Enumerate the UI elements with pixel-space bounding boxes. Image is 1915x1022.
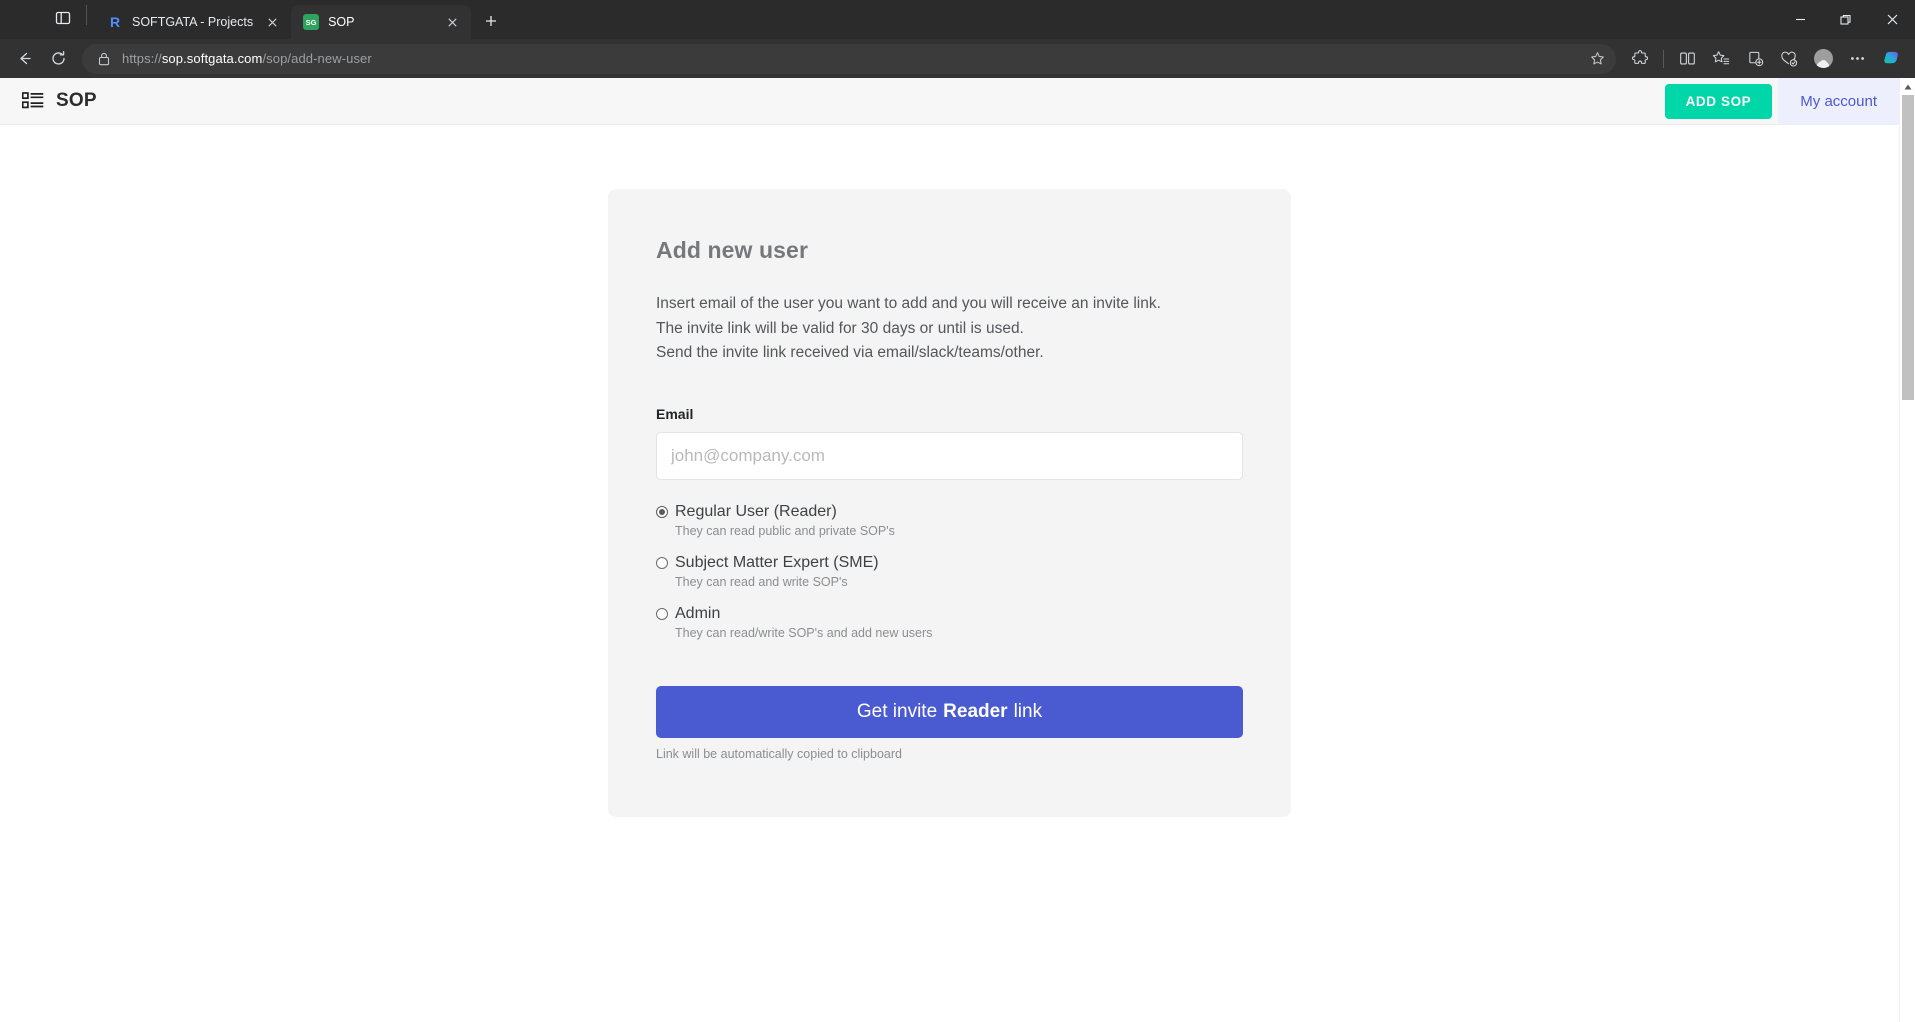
radio-option-sme[interactable]: Subject Matter Expert (SME): [656, 554, 1243, 572]
tab-softgata-projects[interactable]: R SOFTGATA - Projects: [95, 5, 291, 39]
tab-close-icon[interactable]: [442, 12, 462, 32]
url-path: /sop/add-new-user: [262, 51, 371, 66]
get-invite-link-button[interactable]: Get inviteReaderlink: [656, 686, 1243, 738]
tab-sop[interactable]: SG SOP: [291, 5, 471, 39]
card-title: Add new user: [656, 237, 1243, 264]
browser-essentials-icon[interactable]: [1773, 44, 1805, 74]
description-line-2: The invite link will be valid for 30 day…: [656, 317, 1243, 342]
radio-admin-description: They can read/write SOP's and add new us…: [675, 626, 1243, 640]
radio-sme-indicator[interactable]: [656, 557, 668, 569]
avatar-head: [1820, 60, 1827, 67]
page-content: Add new user Insert email of the user yo…: [0, 125, 1899, 817]
avatar-body: [1817, 61, 1830, 68]
collections-icon[interactable]: [1739, 44, 1771, 74]
page-viewport: SOP ADD SOP My account Add new user Inse…: [0, 78, 1915, 1022]
browser-toolbar: https://sop.softgata.com/sop/add-new-use…: [0, 39, 1915, 78]
split-screen-icon[interactable]: [1671, 44, 1703, 74]
submit-suffix: link: [1011, 701, 1046, 723]
sidebar-toggle-icon[interactable]: [48, 3, 78, 33]
copilot-puzzle-icon[interactable]: [1624, 44, 1656, 74]
new-tab-button[interactable]: [477, 7, 505, 35]
brand[interactable]: SOP: [22, 90, 97, 112]
toolbar-right-icons: [1624, 44, 1907, 74]
browser-window: R SOFTGATA - Projects SG SOP: [0, 0, 1915, 1022]
tab-close-icon[interactable]: [262, 12, 282, 32]
profile-avatar[interactable]: [1807, 44, 1839, 74]
reload-icon[interactable]: [42, 44, 74, 74]
my-account-button[interactable]: My account: [1778, 78, 1899, 125]
radio-reader-label: Regular User (Reader): [675, 503, 837, 521]
description-line-1: Insert email of the user you want to add…: [656, 292, 1243, 317]
minimize-button[interactable]: [1777, 4, 1823, 36]
card-description: Insert email of the user you want to add…: [656, 292, 1243, 366]
email-input[interactable]: [656, 432, 1243, 480]
address-bar[interactable]: https://sop.softgata.com/sop/add-new-use…: [82, 44, 1616, 74]
radio-sme-description: They can read and write SOP's: [675, 575, 1243, 589]
submit-hint: Link will be automatically copied to cli…: [656, 747, 1243, 761]
role-radio-group: Regular User (Reader) They can read publ…: [656, 503, 1243, 640]
settings-more-icon[interactable]: [1841, 44, 1873, 74]
url-domain: sop.softgata.com: [162, 51, 263, 66]
radio-option-admin[interactable]: Admin: [656, 605, 1243, 623]
softgata-favicon-icon: R: [107, 14, 123, 30]
submit-prefix: Get invite: [854, 701, 940, 723]
radio-sme-label: Subject Matter Expert (SME): [675, 554, 879, 572]
add-sop-button[interactable]: ADD SOP: [1665, 84, 1773, 119]
radio-reader-indicator[interactable]: [656, 506, 668, 518]
header-actions: ADD SOP My account: [1665, 78, 1899, 125]
back-arrow-icon[interactable]: [8, 44, 40, 74]
tab-list: R SOFTGATA - Projects SG SOP: [95, 0, 505, 39]
scrollbar-track[interactable]: [1900, 95, 1915, 1022]
tab-title: SOP: [328, 15, 433, 29]
copilot-icon[interactable]: [1875, 44, 1907, 74]
radio-option-reader[interactable]: Regular User (Reader): [656, 503, 1243, 521]
page-title: SOP: [56, 90, 97, 112]
sop-favicon-icon: SG: [303, 14, 319, 30]
page-scrollbar[interactable]: [1899, 78, 1915, 1022]
radio-admin-indicator[interactable]: [656, 608, 668, 620]
tab-strip: R SOFTGATA - Projects SG SOP: [0, 0, 1915, 39]
maximize-restore-button[interactable]: [1823, 4, 1869, 36]
list-icon: [22, 92, 44, 110]
scrollbar-thumb[interactable]: [1902, 95, 1914, 400]
lock-icon: [94, 49, 114, 69]
tab-title: SOFTGATA - Projects: [132, 15, 253, 29]
tabstrip-left: [0, 0, 95, 39]
tab-divider: [86, 5, 87, 25]
sop-web-page: SOP ADD SOP My account Add new user Inse…: [0, 78, 1899, 1022]
toolbar-separator: [1663, 50, 1664, 68]
avatar: [1814, 49, 1833, 68]
close-window-button[interactable]: [1869, 4, 1915, 36]
scrollbar-up-arrow-icon[interactable]: [1900, 78, 1915, 95]
radio-admin-label: Admin: [675, 605, 720, 623]
description-line-3: Send the invite link received via email/…: [656, 341, 1243, 366]
site-header: SOP ADD SOP My account: [0, 78, 1899, 125]
submit-role: Reader: [940, 701, 1010, 723]
url-text: https://sop.softgata.com/sop/add-new-use…: [114, 51, 1584, 66]
window-controls: [1777, 0, 1915, 39]
email-label: Email: [656, 406, 1243, 422]
favorite-star-icon[interactable]: [1584, 46, 1610, 72]
radio-reader-description: They can read public and private SOP's: [675, 524, 1243, 538]
favorites-icon[interactable]: [1705, 44, 1737, 74]
url-scheme: https://: [122, 51, 162, 66]
add-new-user-card: Add new user Insert email of the user yo…: [608, 189, 1291, 817]
